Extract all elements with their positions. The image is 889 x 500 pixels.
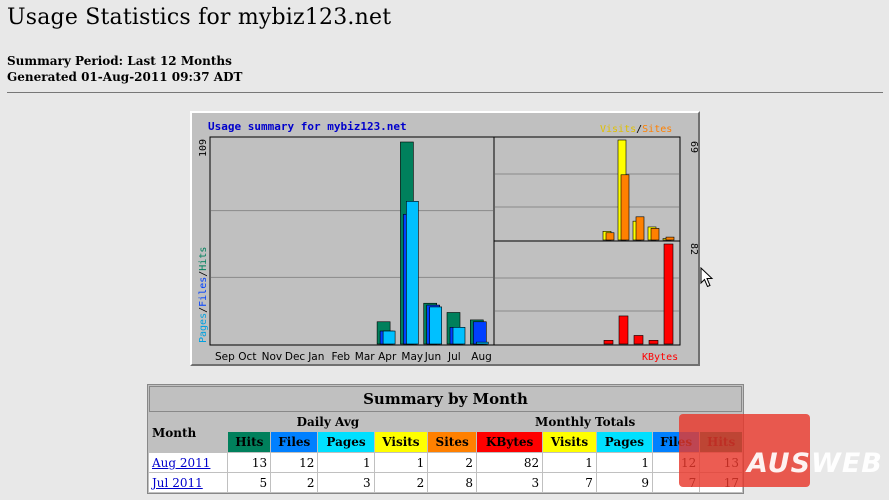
legend-kbytes: KBytes: [642, 352, 678, 363]
usage-summary-graph: Usage summary for mybiz123.net Visits/Si…: [190, 111, 700, 366]
value-cell: 2: [271, 473, 318, 492]
graph-title: Usage summary for mybiz123.net: [208, 120, 407, 133]
column-header-files: Files: [271, 432, 318, 452]
month-tick-label: Feb: [332, 351, 351, 363]
daily-avg-header: Daily Avg: [228, 413, 428, 431]
column-header-sites: Sites: [428, 432, 476, 452]
visits-yaxis-max: 69: [688, 141, 698, 153]
sites-bar: [605, 232, 615, 241]
kbytes-plot-area: [493, 240, 681, 346]
column-header-kbytes: KBytes: [476, 432, 543, 452]
yaxis-files: Files: [198, 277, 209, 307]
value-cell: 1: [543, 453, 596, 472]
month-cell: Aug 2011: [149, 453, 228, 472]
column-header-pages: Pages: [596, 432, 652, 452]
value-cell: 12: [271, 453, 318, 472]
visits-sites-legend: Visits/Sites: [600, 124, 672, 135]
table-row: Aug 2011 13 12 1 1 2 82 1 1 12 13: [149, 453, 742, 472]
month-tick-label: Dec: [285, 351, 306, 363]
month-link[interactable]: Aug 2011: [152, 456, 210, 470]
month-cell: Jul 2011: [149, 473, 228, 492]
main-yaxis-max: 109: [198, 139, 209, 157]
sites-bar: [665, 236, 675, 241]
value-cell: 13: [228, 453, 271, 472]
month-tick-label: Nov: [262, 351, 283, 363]
value-cell: 1: [318, 453, 374, 472]
kbytes-bar: [603, 340, 614, 345]
month-tick-label: Oct: [238, 351, 256, 363]
table-body: Aug 2011 13 12 1 1 2 82 1 1 12 13 Jul 2011 5 2 3 2 8 3 7 9 7…: [149, 453, 742, 492]
value-cell: 5: [228, 473, 271, 492]
month-tick-label: Mar: [355, 351, 375, 363]
generated-timestamp: Generated 01-Aug-2011 09:37 ADT: [7, 70, 243, 84]
legend-visits: Visits: [600, 124, 636, 135]
value-cell: 12: [652, 453, 700, 472]
month-tick-label: Apr: [378, 351, 397, 363]
summary-period: Summary Period: Last 12 Months: [7, 54, 232, 68]
month-tick-label: Jan: [307, 351, 324, 363]
column-header-pages: Pages: [318, 432, 374, 452]
column-header-visits: Visits: [374, 432, 428, 452]
month-column-header: Month: [149, 413, 228, 452]
value-cell: 2: [428, 453, 476, 472]
column-header-files: Files: [652, 432, 700, 452]
kbytes-yaxis-max: 82: [688, 243, 698, 255]
kbytes-bar: [633, 335, 644, 345]
watermark-logo: AUSWEB: [747, 448, 883, 479]
sites-bar: [620, 174, 630, 241]
mouse-cursor-icon: [700, 267, 714, 288]
month-tick-labels: Sep Oct Nov Dec Jan Feb Mar Apr May Jun Jul Aug: [215, 351, 492, 363]
value-cell: 17: [700, 473, 742, 492]
month-link[interactable]: Jul 2011: [152, 476, 203, 490]
pages-bar: [429, 306, 442, 345]
month-tick-label: Jun: [424, 351, 441, 363]
main-yaxis-legend: Pages/Files/Hits: [198, 247, 209, 343]
value-cell: 2: [374, 473, 428, 492]
column-header-visits: Visits: [543, 432, 596, 452]
pages-bar: [406, 201, 419, 345]
sites-bar: [635, 216, 645, 241]
summary-by-month-table: Summary by Month Month Daily Avg Monthly…: [147, 384, 744, 494]
kbytes-bar: [648, 340, 659, 345]
month-tick-label: Sep: [215, 351, 235, 363]
yaxis-pages: Pages: [198, 313, 209, 343]
pages-bar: [475, 341, 489, 345]
value-cell: 7: [543, 473, 596, 492]
value-cell: 82: [476, 453, 543, 472]
svg-text:Pages/Files/Hits: Pages/Files/Hits: [198, 247, 209, 343]
visits-plot-area: [493, 136, 681, 242]
sites-bar: [650, 228, 660, 241]
value-cell: 3: [318, 473, 374, 492]
table-caption: Summary by Month: [149, 386, 742, 412]
usage-chart-svg: Usage summary for mybiz123.net Visits/Si…: [198, 120, 698, 363]
month-tick-label: Aug: [471, 351, 492, 363]
header-divider: [7, 92, 883, 93]
value-cell: 7: [652, 473, 700, 492]
yaxis-hits: Hits: [198, 247, 209, 271]
page-title: Usage Statistics for mybiz123.net: [7, 5, 392, 30]
value-cell: 1: [374, 453, 428, 472]
month-tick-label: Jul: [447, 351, 461, 363]
pages-bar: [452, 327, 466, 345]
month-tick-label: May: [401, 351, 423, 363]
kbytes-bar: [663, 243, 674, 345]
column-header-row: Hits Files Pages Visits Sites KBytes Visits Pag…: [149, 432, 742, 452]
kbytes-bar: [618, 315, 629, 345]
pages-bar: [382, 330, 396, 345]
value-cell: 8: [428, 473, 476, 492]
value-cell: 13: [700, 453, 742, 472]
value-cell: 3: [476, 473, 543, 492]
legend-sites: Sites: [642, 124, 672, 135]
value-cell: 9: [596, 473, 652, 492]
value-cell: 1: [596, 453, 652, 472]
column-header-hits: Hits: [228, 432, 271, 452]
monthly-totals-header: Monthly Totals: [428, 413, 742, 431]
files-bar: [472, 321, 487, 345]
column-header-hits: Hits: [700, 432, 742, 452]
table-row: Jul 2011 5 2 3 2 8 3 7 9 7 17: [149, 473, 742, 492]
